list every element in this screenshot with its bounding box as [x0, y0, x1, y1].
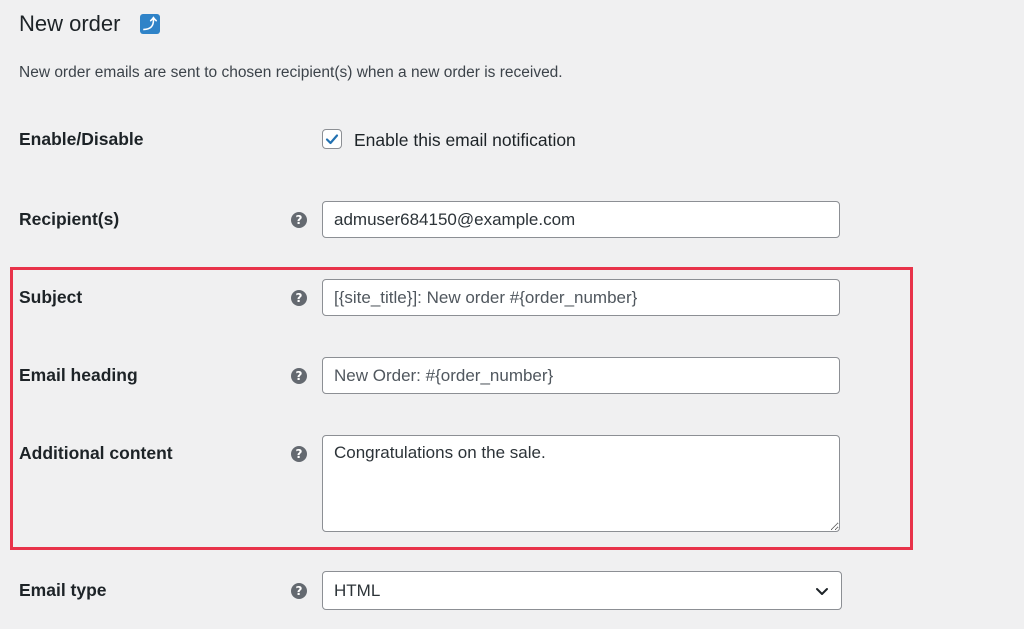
subject-input[interactable]	[322, 279, 840, 316]
page-title: New order	[19, 11, 121, 36]
email-type-selected: HTML	[334, 580, 381, 600]
enable-disable-label: Enable/Disable	[19, 129, 144, 149]
email-type-label: Email type	[19, 580, 107, 600]
additional-content-textarea[interactable]: Congratulations on the sale.	[322, 435, 840, 532]
help-icon[interactable]: ?	[291, 212, 307, 228]
email-heading-label: Email heading	[19, 365, 138, 385]
additional-content-label: Additional content	[19, 443, 173, 463]
page-description: New order emails are sent to chosen reci…	[19, 64, 563, 81]
help-icon[interactable]: ?	[291, 368, 307, 384]
subject-label: Subject	[19, 287, 83, 307]
enable-notification-checkbox[interactable]	[322, 129, 342, 149]
recipient-label: Recipient(s)	[19, 209, 120, 229]
email-heading-input[interactable]	[322, 357, 840, 394]
return-arrow-icon[interactable]: ⤴	[140, 14, 160, 34]
help-icon[interactable]: ?	[291, 290, 307, 306]
help-icon[interactable]: ?	[291, 446, 307, 462]
help-icon[interactable]: ?	[291, 583, 307, 599]
chevron-down-icon	[816, 587, 828, 595]
checkmark-icon	[325, 134, 339, 145]
recipient-input[interactable]	[322, 201, 840, 238]
enable-notification-label[interactable]: Enable this email notification	[354, 128, 576, 152]
email-type-select[interactable]: HTML	[322, 571, 842, 610]
